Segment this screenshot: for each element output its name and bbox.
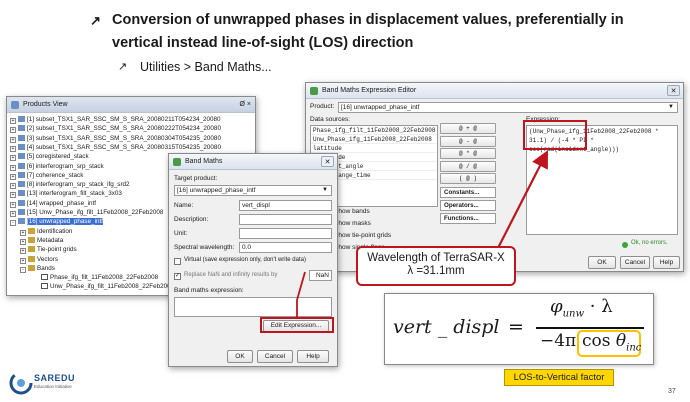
formula-numerator: φunw · λ: [550, 296, 613, 320]
formula-denominator-cos: cos θinc: [582, 331, 641, 353]
wavelength-callout: Wavelength of TerraSAR-X λ =31.1mm: [356, 246, 516, 286]
fraction-bar: [536, 327, 644, 329]
wavelength-title: Wavelength of TerraSAR-X: [367, 252, 505, 264]
saredu-logo: SAREDU Education Initiative: [8, 370, 88, 396]
saredu-logo-mark: [9, 371, 33, 395]
unw-subscript: unw: [562, 308, 585, 320]
lambda-symbol: · λ: [589, 296, 613, 317]
phi-symbol: φ: [550, 296, 563, 317]
cos-function: cos: [582, 331, 611, 351]
theta-symbol: θ: [615, 331, 627, 351]
wavelength-value: λ =31.1mm: [407, 265, 465, 277]
los-to-vertical-label: LOS-to-Vertical factor: [504, 369, 614, 386]
inc-subscript: inc: [626, 342, 642, 354]
logo-text: SAREDU: [34, 373, 76, 383]
formula-equals: =: [508, 316, 524, 338]
page-number: 37: [668, 388, 676, 395]
formula-lhs: vert _ displ: [393, 316, 500, 338]
logo-subtext: Education Initiative: [34, 384, 72, 389]
